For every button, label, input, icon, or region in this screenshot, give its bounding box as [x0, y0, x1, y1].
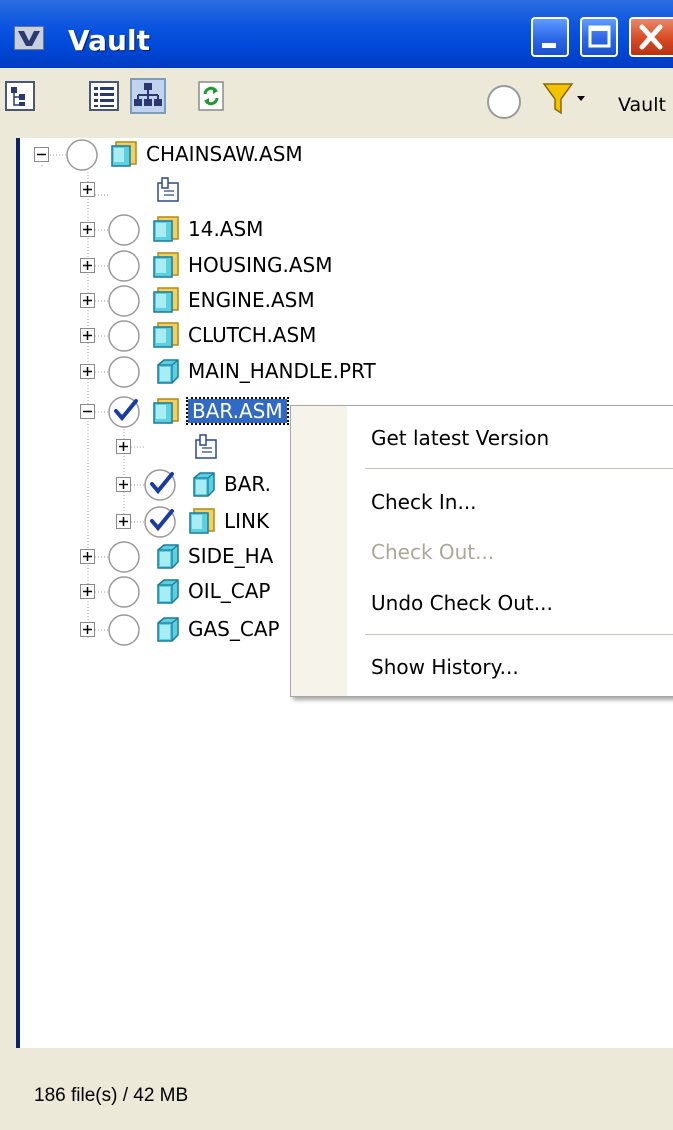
tree-item-label[interactable]: HOUSING.ASM	[188, 253, 332, 277]
assembly-icon	[152, 215, 182, 250]
status-circle-icon[interactable]	[108, 213, 142, 252]
status-circle-icon[interactable]	[108, 613, 142, 652]
status-circle-icon[interactable]	[108, 284, 142, 323]
expand-icon[interactable]	[80, 549, 96, 570]
tree-item-label[interactable]: BAR.	[224, 472, 271, 496]
expand-icon[interactable]	[116, 477, 132, 498]
part-icon	[152, 615, 182, 650]
assembly-icon	[152, 397, 182, 432]
checked-out-status-icon[interactable]	[108, 395, 142, 434]
expand-icon[interactable]	[80, 222, 96, 243]
expand-icon[interactable]	[80, 584, 96, 605]
part-icon	[152, 542, 182, 577]
menu-item-check-out: Check Out...	[371, 540, 495, 564]
expand-icon[interactable]	[80, 258, 96, 279]
context-menu: Get latest Version Check In... Check Out…	[290, 405, 673, 697]
part-icon	[188, 470, 218, 505]
assembly-icon	[152, 286, 182, 321]
tree-item-label[interactable]: 14.ASM	[188, 217, 263, 241]
expand-icon[interactable]	[80, 182, 96, 203]
tree-item-label[interactable]: CHAINSAW.ASM	[146, 142, 303, 166]
checked-out-status-icon[interactable]	[144, 468, 178, 507]
tree-item-label[interactable]: OIL_CAP	[188, 579, 271, 603]
tree-item-label[interactable]: SIDE_HA	[188, 544, 273, 568]
status-circle-icon[interactable]	[66, 138, 100, 177]
status-circle-icon[interactable]	[108, 540, 142, 579]
menu-separator	[365, 634, 673, 635]
tree-item-label[interactable]: MAIN_HANDLE.PRT	[188, 359, 376, 383]
collapse-icon[interactable]	[34, 147, 50, 168]
status-circle-icon[interactable]	[108, 575, 142, 614]
drawing-icon	[190, 432, 220, 467]
tree-item-label[interactable]: LINK	[224, 509, 269, 533]
menu-item-get-latest[interactable]: Get latest Version	[371, 426, 549, 450]
tree-item-label[interactable]: ENGINE.ASM	[188, 288, 315, 312]
status-circle-icon[interactable]	[108, 355, 142, 394]
collapse-icon[interactable]	[80, 404, 96, 425]
tree-item-label[interactable]: GAS_CAP	[188, 617, 280, 641]
menu-item-check-in[interactable]: Check In...	[371, 490, 477, 514]
part-icon	[152, 357, 182, 392]
expand-icon[interactable]	[116, 439, 132, 460]
part-icon	[152, 577, 182, 612]
menu-item-show-history[interactable]: Show History...	[371, 655, 519, 679]
expand-icon[interactable]	[80, 293, 96, 314]
assembly-icon	[110, 140, 140, 175]
expand-icon[interactable]	[80, 622, 96, 643]
tree-item-label-selected[interactable]: BAR.ASM	[186, 397, 289, 425]
expand-icon[interactable]	[80, 364, 96, 385]
drawing-icon	[152, 175, 182, 210]
expand-icon[interactable]	[116, 514, 132, 535]
checked-out-status-icon[interactable]	[144, 505, 178, 544]
menu-separator	[365, 468, 673, 469]
assembly-icon	[152, 251, 182, 286]
status-circle-icon[interactable]	[108, 249, 142, 288]
context-menu-gutter	[291, 406, 347, 696]
expand-icon[interactable]	[80, 328, 96, 349]
assembly-icon	[152, 321, 182, 356]
status-text: 186 file(s) / 42 MB	[34, 1085, 189, 1106]
assembly-icon	[188, 507, 218, 542]
vault-window: Vault Vault 186 file(s) / 42 MB CHAINSAW…	[0, 0, 673, 1130]
tree-item-label[interactable]: CLUTCH.ASM	[188, 323, 316, 347]
menu-item-undo-check-out[interactable]: Undo Check Out...	[371, 591, 553, 615]
status-circle-icon[interactable]	[108, 319, 142, 358]
